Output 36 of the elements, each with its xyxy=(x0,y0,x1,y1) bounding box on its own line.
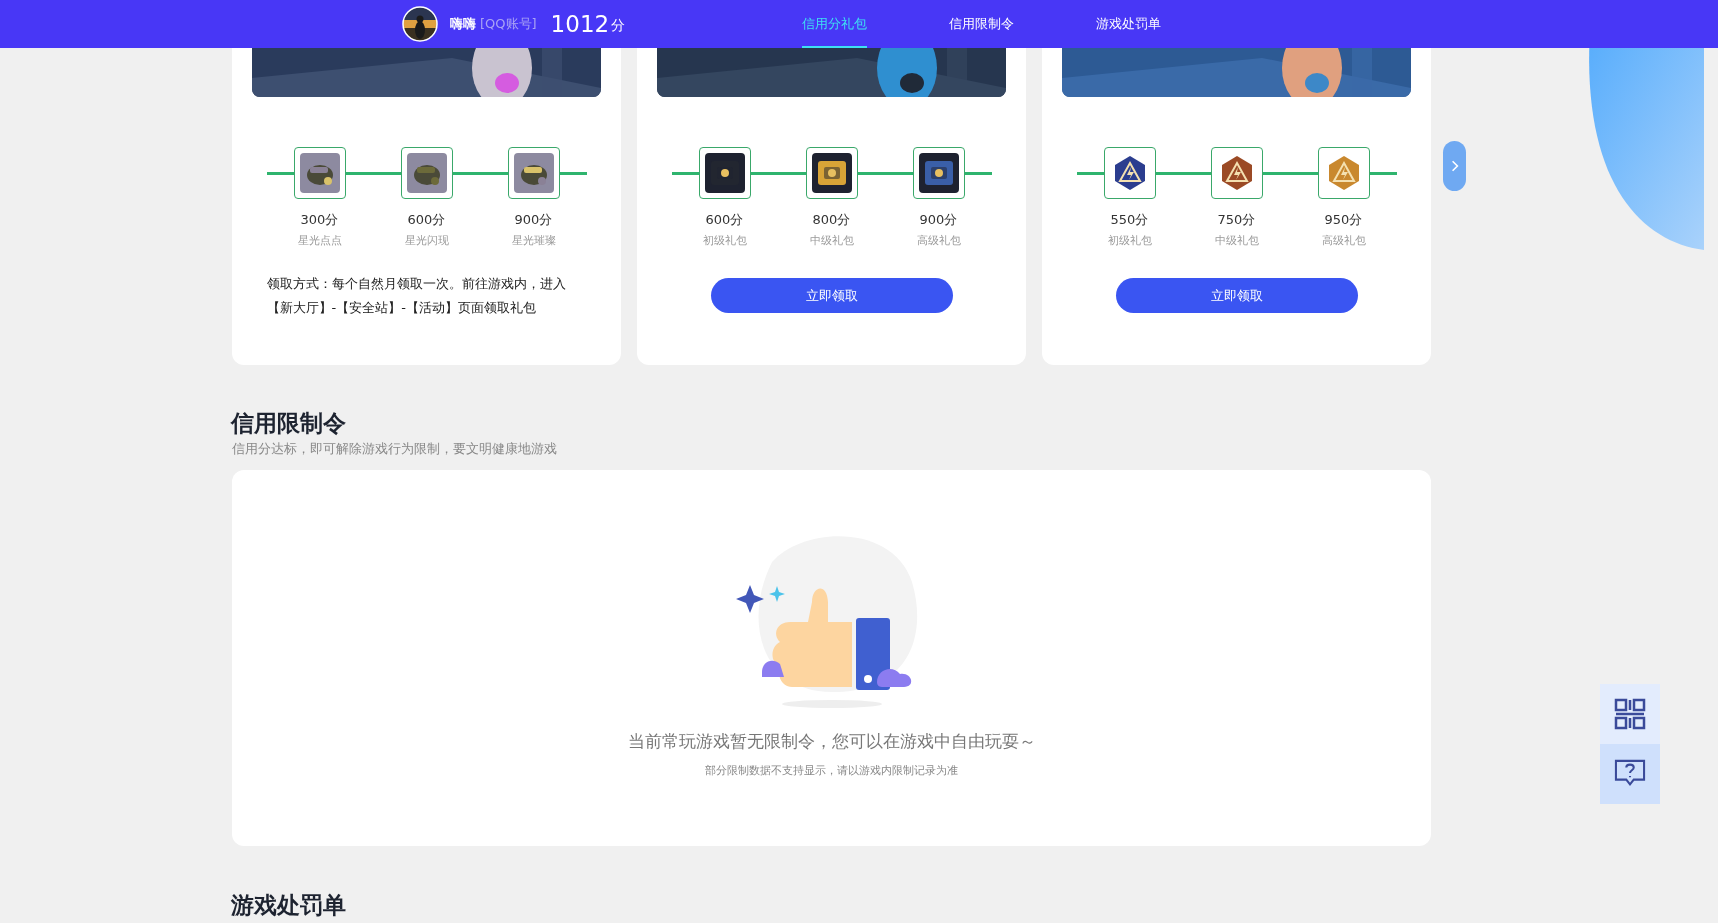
claim-instructions: 领取方式：每个自然月领取一次。前往游戏内，进入【新大厅】-【安全站】-【活动】页面领取礼包 xyxy=(266,275,567,317)
points-label: 900分 xyxy=(919,211,958,229)
reward-name: 中级礼包 xyxy=(1214,233,1259,248)
credit-score: 1012 xyxy=(550,11,610,37)
section-title: 信用限制令 xyxy=(231,409,347,438)
points-label: 800分 xyxy=(812,211,851,229)
reward-name: 初级礼包 xyxy=(702,233,747,248)
points-label: 750分 xyxy=(1217,211,1256,229)
chevron-right-icon xyxy=(1450,159,1459,173)
qr-code-button[interactable] xyxy=(1600,684,1660,744)
reward-name: 高级礼包 xyxy=(1321,233,1366,248)
section-title: 游戏处罚单 xyxy=(231,891,347,920)
account-type: [QQ账号] xyxy=(480,15,537,33)
score-unit: 分 xyxy=(611,17,626,35)
points-label: 900分 xyxy=(514,211,553,229)
reward-name: 高级礼包 xyxy=(916,233,961,248)
nav-tab[interactable]: 游戏处罚单 xyxy=(1096,0,1161,48)
points-label: 950分 xyxy=(1324,211,1363,229)
points-label: 300分 xyxy=(300,211,339,229)
empty-message: 当前常玩游戏暂无限制令，您可以在游戏中自由玩耍～ xyxy=(627,730,1036,753)
qr-code-icon xyxy=(1614,698,1646,730)
reward-name: 中级礼包 xyxy=(809,233,854,248)
reward-name: 星光点点 xyxy=(297,233,342,248)
points-label: 600分 xyxy=(407,211,446,229)
empty-note: 部分限制数据不支持显示，请以游戏内限制记录为准 xyxy=(705,763,958,778)
claim-button[interactable]: 立即领取 xyxy=(1115,278,1358,313)
points-label: 550分 xyxy=(1110,211,1149,229)
help-button[interactable] xyxy=(1600,744,1660,804)
reward-name: 星光璀璨 xyxy=(511,233,556,248)
claim-button[interactable]: 立即领取 xyxy=(710,278,953,313)
reward-name: 初级礼包 xyxy=(1107,233,1152,248)
reward-name: 星光闪现 xyxy=(404,233,449,248)
points-label: 600分 xyxy=(705,211,744,229)
nav-tab[interactable]: 信用限制令 xyxy=(949,0,1014,48)
username: 嗨嗨 xyxy=(450,15,476,33)
section-subtitle: 信用分达标，即可解除游戏行为限制，要文明健康地游戏 xyxy=(232,440,558,458)
